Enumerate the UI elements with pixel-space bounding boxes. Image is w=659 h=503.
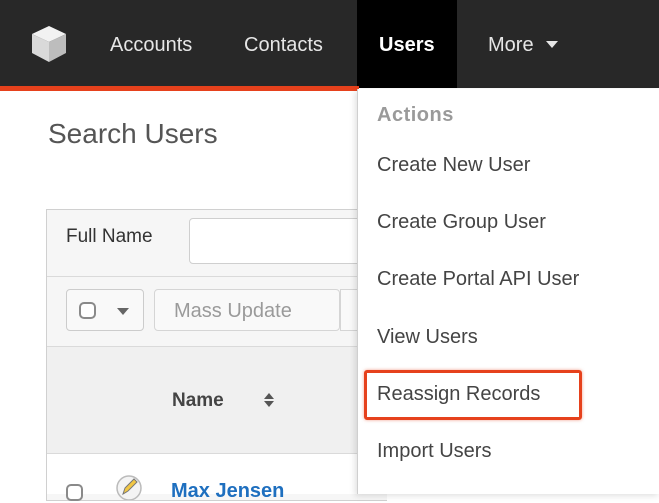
row-checkbox[interactable] <box>66 484 83 501</box>
menu-item-create-group-user[interactable]: Create Group User <box>377 211 546 234</box>
nav-contacts[interactable]: Contacts <box>244 0 323 88</box>
menu-item-create-portal-api-user[interactable]: Create Portal API User <box>377 268 579 291</box>
sort-icon[interactable] <box>262 390 276 410</box>
full-name-label: Full Name <box>66 226 153 247</box>
column-header-name[interactable]: Name <box>172 390 224 412</box>
filter-divider <box>47 276 367 277</box>
nav-accent-bar <box>0 86 359 91</box>
mass-update-button[interactable]: Mass Update <box>154 289 340 331</box>
logo-cube-icon[interactable] <box>30 24 68 64</box>
user-name-link[interactable]: Max Jensen <box>171 480 284 503</box>
select-all-dropdown[interactable] <box>66 289 144 331</box>
chevron-down-icon <box>117 308 129 315</box>
highlight-box <box>364 370 582 420</box>
nav-accounts[interactable]: Accounts <box>110 0 192 88</box>
nav-more[interactable]: More <box>488 0 558 88</box>
menu-item-create-new-user[interactable]: Create New User <box>377 154 530 177</box>
page-title: Search Users <box>48 118 218 149</box>
top-navbar <box>0 0 659 88</box>
menu-item-import-users[interactable]: Import Users <box>377 440 491 463</box>
checkbox-icon <box>79 302 96 319</box>
menu-item-view-users[interactable]: View Users <box>377 326 478 349</box>
chevron-down-icon <box>545 41 558 49</box>
more-dropdown-menu <box>357 89 659 494</box>
nav-users[interactable]: Users <box>357 0 457 88</box>
edit-pencil-icon[interactable] <box>112 472 146 500</box>
menu-header-actions: Actions <box>377 104 454 126</box>
nav-more-label: More <box>488 34 534 56</box>
